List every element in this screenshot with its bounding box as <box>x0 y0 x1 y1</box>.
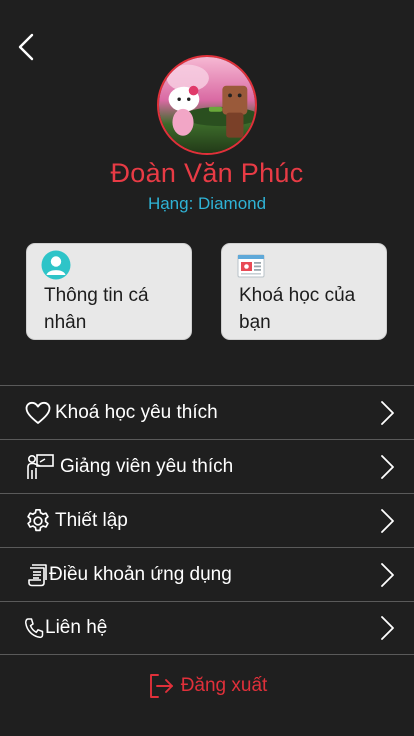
phone-icon <box>24 614 44 642</box>
settings-menu: Khoá học yêu thích Giảng viên yêu thích <box>0 385 414 655</box>
teacher-icon <box>24 453 56 481</box>
my-courses-card[interactable]: Khoá học của bạn <box>221 243 387 340</box>
logout-label: Đăng xuất <box>180 675 268 696</box>
user-avatar-icon <box>41 250 71 280</box>
avatar-image <box>159 57 255 153</box>
logout-button[interactable]: Đăng xuất <box>0 672 414 700</box>
menu-label-contact: Liên hệ <box>45 617 108 638</box>
personal-info-label: Thông tin cá nhân <box>44 285 149 333</box>
menu-label-favorite-courses: Khoá học yêu thích <box>55 401 218 423</box>
menu-item-favorite-teachers[interactable]: Giảng viên yêu thích <box>0 439 414 493</box>
chevron-right-icon <box>381 562 394 587</box>
menu-label-terms: Điều khoản ứng dụng <box>49 563 232 585</box>
chevron-right-icon <box>381 454 394 479</box>
menu-item-terms[interactable]: Điều khoản ứng dụng <box>0 547 414 601</box>
user-rank: Hạng: Diamond <box>147 194 267 213</box>
chevron-right-icon <box>381 400 394 425</box>
logout-icon <box>149 674 173 698</box>
menu-item-contact[interactable]: Liên hệ <box>0 601 414 655</box>
document-icon <box>24 561 52 589</box>
menu-label-favorite-teachers: Giảng viên yêu thích <box>60 455 234 477</box>
chevron-right-icon <box>381 508 394 533</box>
user-name: Đoàn Văn Phúc <box>110 158 304 188</box>
heart-icon <box>24 399 52 427</box>
my-courses-label: Khoá học của bạn <box>239 285 356 333</box>
avatar[interactable] <box>157 55 257 155</box>
menu-item-settings[interactable]: Thiết lập <box>0 493 414 547</box>
menu-label-settings: Thiết lập <box>55 509 128 531</box>
course-icon <box>237 254 265 278</box>
menu-item-favorite-courses[interactable]: Khoá học yêu thích <box>0 385 414 439</box>
back-button[interactable] <box>12 30 40 64</box>
chevron-left-icon <box>18 33 34 61</box>
gear-icon <box>24 507 52 535</box>
chevron-right-icon <box>381 616 394 640</box>
personal-info-card[interactable]: Thông tin cá nhân <box>26 243 192 340</box>
